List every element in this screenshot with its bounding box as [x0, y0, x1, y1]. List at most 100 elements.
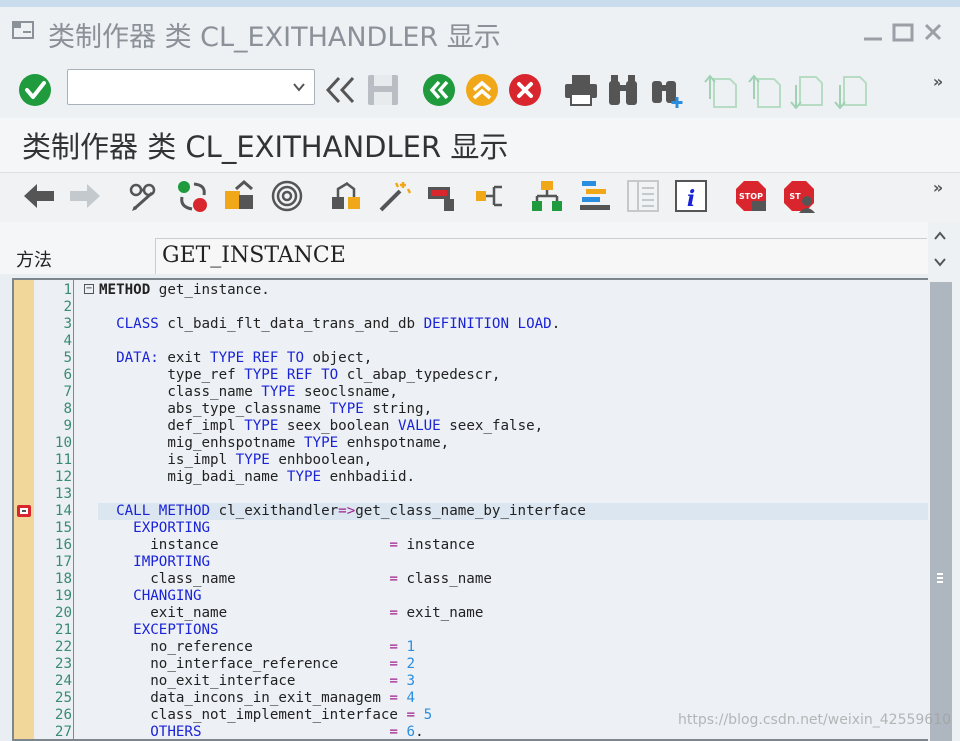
code-line[interactable]: 6 type_ref TYPE REF TO cl_abap_typedescr… [14, 367, 928, 384]
code-line[interactable]: 1 − METHOD get_instance. [14, 282, 928, 299]
close-icon[interactable] [922, 21, 944, 43]
code-line[interactable]: 5 DATA: exit TYPE REF TO object, [14, 350, 928, 367]
code-line[interactable]: 19 CHANGING [14, 588, 928, 605]
code-line[interactable]: 17 IMPORTING [14, 554, 928, 571]
save-icon[interactable] [366, 73, 400, 107]
code-token: seoclsname, [295, 384, 398, 400]
stop-icon[interactable]: STOP [734, 179, 770, 215]
code-line[interactable]: 18 class_name = class_name [14, 571, 928, 588]
print-icon[interactable] [563, 73, 599, 107]
code-line[interactable]: 8 abs_type_classname TYPE string, [14, 401, 928, 418]
line-number: 22 [54, 639, 72, 655]
object-list-icon[interactable] [222, 179, 256, 213]
code-line[interactable]: 21 EXCEPTIONS [14, 622, 928, 639]
code-line[interactable]: 23 no_interface_reference = 2 [14, 656, 928, 673]
stop-user-icon[interactable]: ST [782, 179, 818, 215]
tree-icon[interactable] [530, 179, 564, 213]
chevron-down-icon[interactable] [292, 80, 306, 94]
code-line[interactable]: 7 class_name TYPE seoclsname, [14, 384, 928, 401]
code-line[interactable]: 2 [14, 299, 928, 316]
code-line[interactable]: 12 mig_badi_name TYPE enhbadiid. [14, 469, 928, 486]
code-token: exit_name [397, 605, 484, 621]
code-line[interactable]: 24 no_exit_interface = 3 [14, 673, 928, 690]
activate-icon[interactable] [176, 179, 210, 213]
code-text: EXCEPTIONS [99, 622, 218, 639]
code-token: mig_badi_name [99, 469, 287, 485]
enter-icon[interactable] [18, 73, 52, 107]
code-line[interactable]: 11 is_impl TYPE enhboolean, [14, 452, 928, 469]
code-token: METHOD [99, 282, 151, 298]
code-token: TYPE [304, 435, 339, 451]
collapse-block-icon[interactable]: − [84, 284, 94, 294]
scroll-up-icon[interactable] [932, 228, 948, 244]
editor-scroll-thumb[interactable] [930, 282, 952, 741]
code-line[interactable]: 13 [14, 486, 928, 503]
code-token: = [389, 724, 398, 740]
line-number: 19 [54, 588, 72, 604]
stamp-icon[interactable] [426, 179, 460, 213]
code-token: enhspotname, [338, 435, 450, 451]
branch-icon[interactable] [474, 179, 508, 213]
scroll-down-icon[interactable] [932, 254, 948, 270]
layout-icon[interactable] [626, 179, 660, 213]
minimize-icon[interactable] [862, 21, 884, 43]
code-token: mig_enhspotname [99, 435, 304, 451]
method-field[interactable]: GET_INSTANCE [155, 238, 927, 274]
command-field[interactable] [67, 69, 315, 105]
line-number: 13 [54, 486, 72, 502]
prev-page-icon[interactable] [746, 73, 782, 109]
info-icon[interactable]: i [674, 179, 708, 213]
line-number: 10 [54, 435, 72, 451]
code-token: TYPE REF TO [244, 367, 339, 383]
where-used-icon[interactable] [270, 179, 304, 213]
code-token: = [389, 571, 398, 587]
code-token: def_impl [99, 418, 245, 434]
code-token: get_class_name_by_interface [355, 503, 586, 519]
find-next-icon[interactable] [649, 73, 685, 109]
code-line[interactable]: 9 def_impl TYPE seex_boolean VALUE seex_… [14, 418, 928, 435]
find-icon[interactable] [606, 73, 640, 107]
code-line[interactable]: 14 CALL METHOD cl_exithandler=>get_class… [14, 503, 928, 520]
code-token: 1 [397, 639, 416, 655]
application-toolbar: i STOP ST » [0, 172, 960, 222]
first-page-icon[interactable] [702, 73, 738, 109]
breakpoint-icon[interactable] [16, 504, 32, 518]
code-token: => [338, 503, 356, 519]
code-line[interactable]: 16 instance = instance [14, 537, 928, 554]
line-number: 27 [54, 724, 72, 740]
hierarchy-icon[interactable] [330, 179, 364, 213]
wand-icon[interactable] [378, 179, 412, 213]
arrow-right-icon[interactable] [68, 181, 102, 211]
code-line[interactable]: 20 exit_name = exit_name [14, 605, 928, 622]
more-app-toolbar-button[interactable]: » [928, 177, 948, 197]
next-page-icon[interactable] [790, 73, 826, 109]
code-token: OTHERS [99, 724, 202, 740]
line-number: 1 [63, 282, 72, 298]
code-line[interactable]: 10 mig_enhspotname TYPE enhspotname, [14, 435, 928, 452]
glasses-pencil-icon[interactable] [128, 179, 160, 213]
code-token: CHANGING [99, 588, 202, 604]
code-text: data_incons_in_exit_managem = 4 [99, 690, 415, 707]
last-page-icon[interactable] [834, 73, 870, 109]
double-left-icon[interactable] [325, 75, 357, 105]
up-icon[interactable] [465, 73, 499, 107]
more-toolbar-button[interactable]: » [928, 71, 948, 91]
code-line[interactable]: 22 no_reference = 1 [14, 639, 928, 656]
arrow-left-icon[interactable] [22, 181, 56, 211]
code-text: CLASS cl_badi_flt_data_trans_and_db DEFI… [99, 316, 560, 333]
code-line[interactable]: 25 data_incons_in_exit_managem = 4 [14, 690, 928, 707]
pretty-printer-icon[interactable] [578, 179, 612, 213]
method-value: GET_INSTANCE [162, 243, 346, 268]
code-token: 2 [397, 656, 416, 672]
code-token: exit_name [99, 605, 390, 621]
line-number: 9 [63, 418, 72, 434]
cancel-icon[interactable] [508, 73, 542, 107]
abap-editor[interactable]: 1− METHOD get_instance. 2 3 CLASS cl_badi_f… [12, 278, 928, 741]
maximize-icon[interactable] [892, 21, 914, 43]
page-title: 类制作器 类 CL_EXITHANDLER 显示 [22, 130, 509, 164]
back-icon[interactable] [422, 73, 456, 107]
code-line[interactable]: 3 CLASS cl_badi_flt_data_trans_and_db DE… [14, 316, 928, 333]
code-line[interactable]: 15 EXPORTING [14, 520, 928, 537]
code-line[interactable]: 4 [14, 333, 928, 350]
window-menu-icon[interactable] [12, 21, 34, 39]
